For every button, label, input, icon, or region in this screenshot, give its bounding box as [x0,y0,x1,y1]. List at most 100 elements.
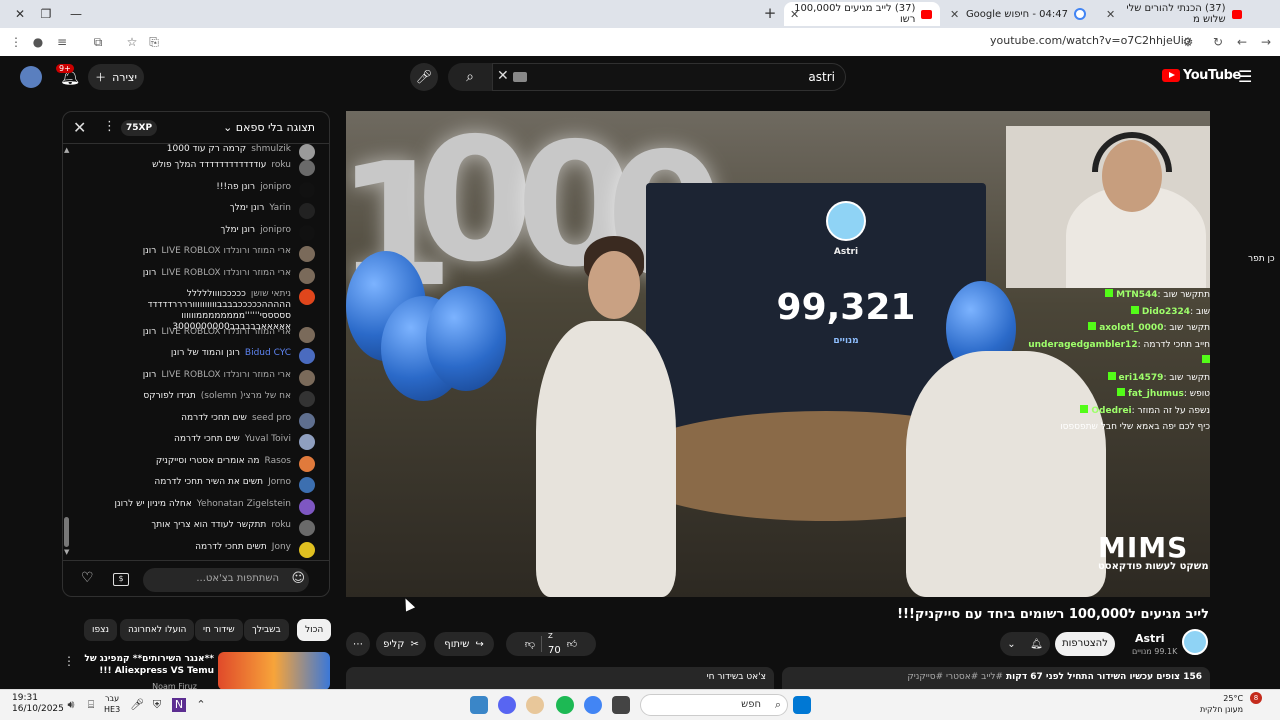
close-chat-icon[interactable]: ✕ [73,118,86,137]
chat-author-avatar[interactable] [299,413,315,429]
chat-message[interactable]: Yehonatan Zigelstein אחלה מיניון יש לרונן [83,499,315,515]
browser-tab[interactable]: 04:47 - חיפוש Google ✕ [944,2,1094,26]
chat-author-name[interactable]: Yuval Toivi [245,434,291,444]
chat-author-avatar[interactable] [299,160,315,176]
reload-icon[interactable]: ↻ [1210,34,1226,50]
subscription-bell-button[interactable]: ⌄ 🔔︎ [1000,632,1050,656]
create-button[interactable]: ＋ יצירה [88,64,144,90]
share-button[interactable]: שיתוף ↪ [434,632,494,656]
chat-author-name[interactable]: ארי המוזר ורונלדו LIVE ROBLOX [161,327,291,337]
chip-recently-uploaded[interactable]: הועלו לאחרונה [120,619,195,641]
chat-author-avatar[interactable] [299,499,315,515]
description-box[interactable]: 156 צופים עכשיו השידור התחיל לפני 67 דקו… [782,667,1210,689]
chip-watched[interactable]: נצפו [84,619,118,641]
chat-message[interactable]: ארי המוזר ורונלדו LIVE ROBLOX רונן [83,268,315,284]
chat-author-name[interactable]: ניתאי שושן [251,289,291,299]
chat-author-name[interactable]: roku [271,160,291,170]
chat-author-avatar[interactable] [299,542,315,558]
chat-author-avatar[interactable] [299,203,315,219]
search-button[interactable]: ⌕ [448,63,492,91]
recommended-more-icon[interactable]: ⋮ [63,654,75,668]
video-player[interactable]: 1 0 0 0 Astri 99,321 מנויים תתקשר שוב :M… [346,111,1210,597]
chat-author-name[interactable]: shmulzik [251,144,291,154]
hamburger-menu-icon[interactable]: ☰ [1238,67,1252,86]
chat-author-name[interactable]: seed pro [252,413,291,423]
xp-badge[interactable]: 75XP [121,120,158,136]
discord-app-icon[interactable] [498,696,516,714]
chat-message[interactable]: Jony תשים תחכי לדרמה [83,542,315,558]
search-input[interactable]: ✕ astri [492,63,846,91]
chat-author-name[interactable]: Jorno [268,477,291,487]
extensions-icon[interactable]: ⧉ [90,34,106,50]
heart-reaction-icon[interactable]: ♡ [81,570,94,586]
more-actions-button[interactable]: ⋯ [346,632,370,656]
chat-message[interactable]: roku תתקשר לעודד הוא צריך אותך [83,520,315,536]
channel-avatar[interactable] [1182,629,1208,655]
chat-scrollbar-thumb[interactable] [64,517,69,547]
chat-author-name[interactable]: Jony [272,542,291,552]
volume-icon[interactable]: 🔊︎ [64,698,78,712]
chat-input[interactable]: השתתפות בצ'אט... ☺ [143,568,309,592]
chat-author-name[interactable]: אח של מרצי( solemn) [201,391,291,401]
chat-author-avatar[interactable] [299,520,315,536]
chat-author-avatar[interactable] [299,391,315,407]
chat-mode-dropdown[interactable]: תצוגה בלי ספאם [223,121,315,134]
chat-author-avatar[interactable] [299,268,315,284]
install-app-icon[interactable]: ⎘ [146,34,162,50]
chat-author-name[interactable]: Rasos [265,456,291,466]
live-chat-box[interactable]: צ'אט בשידור חי [346,667,774,689]
url-field[interactable]: youtube.com/watch?v=o7C2hhjeUio [990,34,1191,47]
notepad-app-icon[interactable] [470,696,488,714]
chat-author-avatar[interactable] [299,327,315,343]
onenote-icon[interactable]: N [172,698,186,712]
recommended-thumbnail[interactable] [218,652,330,690]
back-icon[interactable]: ← [1234,34,1250,50]
app-icon[interactable] [526,696,544,714]
chat-author-name[interactable]: ארי המוזר ורונלדו LIVE ROBLOX [161,268,291,278]
chat-message[interactable]: Yarin רונן ימלך [83,203,315,219]
show-hidden-icons-chevron-icon[interactable]: ⌃ [194,698,208,712]
scroll-down-arrow-icon[interactable]: ▼ [64,548,69,556]
windows-start-icon[interactable] [793,696,811,714]
chat-message[interactable]: Rasos מה אומרים אסטרי וסייקניק [83,456,315,472]
keyboard-icon[interactable] [513,72,527,82]
chat-author-name[interactable]: Yarin [269,203,291,213]
like-icon[interactable]: 👍︎ [567,638,577,650]
maximize-window-icon[interactable]: ❐ [36,5,56,23]
notification-count-badge[interactable]: 8 [1250,692,1262,704]
language-indicator[interactable]: עבר HE3 [104,693,120,715]
chat-author-name[interactable]: jonipro [260,225,291,235]
tab-close-icon[interactable]: ✕ [1106,8,1115,21]
chip-live[interactable]: שידור חי [195,619,243,641]
chat-message[interactable]: Jorno תשים את השיר תחכי לדרמה [83,477,315,493]
minimize-window-icon[interactable]: — [66,5,86,23]
chat-author-name[interactable]: roku [271,520,291,530]
super-chat-icon[interactable]: $ [113,573,129,586]
browser-menu-icon[interactable]: ⋮ [8,34,24,50]
chat-message[interactable]: shmulzik קרמה רק עוד 1000 [83,144,315,160]
taskbar-search[interactable]: ⌕ חפש [640,694,788,716]
chat-author-name[interactable]: ארי המוזר ורונלדו LIVE ROBLOX [161,246,291,256]
dislike-icon[interactable]: 👎︎ [525,638,535,650]
tab-close-icon[interactable]: ✕ [950,8,959,21]
forward-icon[interactable]: → [1258,34,1274,50]
chat-message[interactable]: Bidud CYC רונן והמוד של רונן [83,348,315,364]
sidebar-icon[interactable]: ≡ [54,34,70,50]
chip-all[interactable]: הכול [297,619,332,641]
chat-author-avatar[interactable] [299,456,315,472]
chat-author-avatar[interactable] [299,289,315,305]
emoji-icon[interactable]: ☺ [291,571,305,586]
tab-close-icon[interactable]: ✕ [790,8,799,21]
channel-name[interactable]: Astri [1135,632,1165,645]
recommended-title[interactable]: **אנגר השירותים** קמפינג של Aliexpress V… [64,653,214,677]
chat-author-avatar[interactable] [299,370,315,386]
profile-icon[interactable]: ● [30,34,46,50]
chat-message[interactable]: jonipro רונן פה!!! [83,182,315,198]
account-avatar[interactable] [20,66,42,88]
clear-search-icon[interactable]: ✕ [497,68,509,84]
chat-author-avatar[interactable] [299,434,315,450]
chat-message[interactable]: seed pro שים תחכי לדרמה [83,413,315,429]
chat-message[interactable]: jonipro רונן ימלך [83,225,315,241]
chat-message[interactable]: ארי המוזר ורונלדו LIVE ROBLOX רונן [83,246,315,262]
chat-author-avatar[interactable] [299,144,315,160]
